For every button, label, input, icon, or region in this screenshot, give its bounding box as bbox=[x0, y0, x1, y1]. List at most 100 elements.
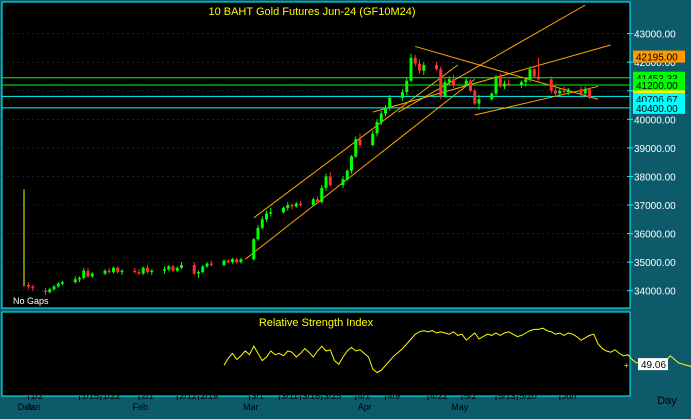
candle-body bbox=[439, 69, 443, 97]
candle-body bbox=[341, 179, 345, 185]
chart-window: 49.06 + 34000.00 35000.00 36000.00 37000.00 3… bbox=[0, 0, 691, 414]
chart-canvas: 49.06+ 34000.0035000.0036000.0037000.003… bbox=[1, 1, 691, 412]
candle-body bbox=[464, 80, 468, 85]
candle-body bbox=[107, 270, 111, 273]
x-tick-label: 1/22 bbox=[103, 391, 121, 401]
candle-body bbox=[56, 283, 60, 287]
candle-body bbox=[78, 277, 81, 280]
candle-body bbox=[562, 90, 566, 93]
candle-body bbox=[447, 79, 451, 83]
rsi-value-label: 49.06 bbox=[641, 360, 666, 371]
x-tick-label: 5/2 bbox=[464, 391, 477, 401]
x-tick-label: 4/9 bbox=[388, 391, 401, 401]
candle-body bbox=[175, 267, 179, 271]
candle-body bbox=[290, 205, 294, 207]
candle-body bbox=[201, 266, 205, 273]
candle-body bbox=[345, 170, 349, 180]
candle-body bbox=[507, 83, 511, 85]
candle-body bbox=[167, 266, 171, 270]
candle-body bbox=[311, 199, 315, 205]
candle-body bbox=[413, 57, 417, 64]
candle-body bbox=[473, 90, 477, 104]
chart-title: 10 BAHT Gold Futures Jun-24 (GF10M24) bbox=[208, 6, 415, 18]
candle-body bbox=[27, 285, 30, 287]
candle-body bbox=[61, 282, 64, 284]
candle-body bbox=[252, 239, 256, 260]
price-label: 42195.00 bbox=[636, 53, 678, 64]
candle-body bbox=[82, 270, 86, 278]
price-label: 40400.00 bbox=[636, 104, 678, 115]
candle-body bbox=[120, 270, 124, 273]
y-tick-label: 36000.00 bbox=[634, 230, 676, 241]
candle-body bbox=[31, 286, 35, 288]
candle-body bbox=[209, 263, 213, 265]
x-tick-label: 3/11 bbox=[281, 391, 298, 401]
candle-body bbox=[180, 265, 183, 268]
candle-body bbox=[520, 82, 523, 85]
candle-body bbox=[320, 187, 324, 203]
candle-body bbox=[566, 89, 570, 93]
x-tick-label: 4/1 bbox=[358, 391, 371, 401]
x-tick-label: 2/12 bbox=[179, 391, 197, 401]
candle-body bbox=[282, 207, 285, 213]
candle-body bbox=[44, 290, 47, 293]
candle-body bbox=[435, 65, 438, 70]
candle-body bbox=[231, 259, 234, 263]
candle-body bbox=[260, 219, 264, 228]
candle-body bbox=[197, 272, 200, 274]
candle-body bbox=[116, 267, 120, 273]
candle-body bbox=[316, 199, 319, 203]
candle-body bbox=[222, 260, 226, 265]
candle-body bbox=[52, 286, 56, 290]
price-label: 41200.00 bbox=[636, 81, 678, 92]
y-tick-label: 37000.00 bbox=[634, 201, 676, 212]
candle-body bbox=[324, 176, 328, 188]
x-month-label: Feb bbox=[133, 402, 149, 412]
candle-body bbox=[549, 79, 553, 91]
price-labels: 42195.0041453.3341200.0040800.0040713.78… bbox=[633, 50, 685, 115]
candle-body bbox=[418, 63, 421, 71]
candle-body bbox=[141, 267, 145, 274]
candle-body bbox=[354, 139, 358, 157]
no-gaps-annotation: No Gaps bbox=[13, 296, 49, 306]
candle-body bbox=[86, 270, 90, 277]
price-panel bbox=[1, 1, 631, 309]
candle-body bbox=[452, 79, 455, 85]
candle-body bbox=[388, 97, 392, 108]
candle-body bbox=[498, 76, 502, 87]
candle-body bbox=[384, 107, 387, 114]
y-tick-label: 39000.00 bbox=[634, 144, 676, 155]
candle-body bbox=[235, 259, 239, 263]
candle-body bbox=[583, 89, 587, 94]
candle-body bbox=[554, 90, 557, 94]
candle-body bbox=[294, 203, 298, 207]
candle-body bbox=[150, 270, 154, 273]
x-tick-label: 1/2 bbox=[31, 391, 44, 401]
candle-body bbox=[443, 82, 447, 97]
candle-body bbox=[532, 69, 536, 77]
candle-body bbox=[146, 267, 149, 273]
candle-body bbox=[503, 83, 506, 87]
x-month-label: May bbox=[451, 402, 469, 412]
candle-body bbox=[192, 265, 196, 274]
candle-body bbox=[205, 263, 209, 267]
candle-body bbox=[537, 76, 540, 80]
candle-body bbox=[401, 92, 404, 98]
x-tick-label: 5/20 bbox=[519, 391, 537, 401]
candle-body bbox=[588, 89, 591, 98]
candle-body bbox=[286, 205, 290, 208]
candle-body bbox=[350, 156, 353, 171]
candle-body bbox=[405, 80, 409, 93]
candle-body bbox=[73, 279, 77, 283]
x-tick-label: 3/25 bbox=[324, 391, 342, 401]
x-tick-label: Jun bbox=[562, 391, 577, 401]
x-month-label: Jan bbox=[26, 402, 41, 412]
y-tick-label: 40000.00 bbox=[634, 115, 676, 126]
candle-body bbox=[524, 79, 528, 83]
candle-body bbox=[409, 57, 413, 81]
candle-body bbox=[256, 227, 260, 240]
y-tick-label: 35000.00 bbox=[634, 258, 676, 269]
candle-body bbox=[112, 267, 115, 273]
rsi-arrow: + bbox=[624, 361, 629, 370]
candle-body bbox=[239, 259, 243, 263]
